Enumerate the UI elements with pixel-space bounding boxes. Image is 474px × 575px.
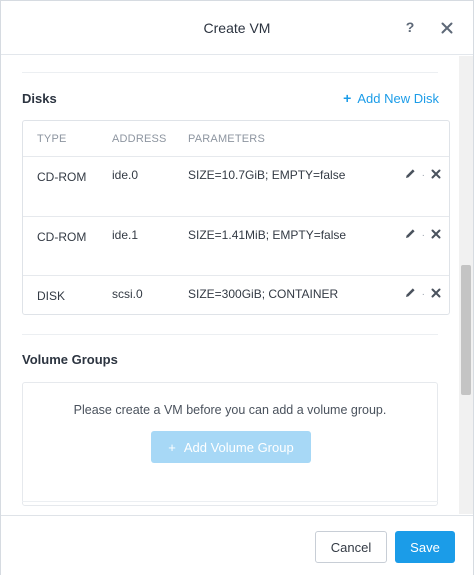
volume-groups-message: Please create a VM before you can add a …: [73, 403, 387, 417]
disk-type: DISK: [37, 289, 66, 303]
plus-icon: +: [343, 90, 352, 106]
create-vm-dialog: Create VM ? Disks + Add New Disk TYPE AD…: [0, 0, 474, 575]
column-header-parameters: PARAMETERS: [188, 133, 265, 145]
table-row: CD-ROM ide.1 SIZE=1.41MiB; EMPTY=false ·: [23, 217, 449, 276]
separator: ·: [421, 169, 425, 181]
table-row: CD-ROM ide.0 SIZE=10.7GiB; EMPTY=false ·: [23, 157, 449, 217]
divider: [22, 334, 438, 335]
table-header: TYPE ADDRESS PARAMETERS: [23, 121, 449, 157]
vertical-scrollbar[interactable]: [459, 56, 473, 514]
disk-type: CD-ROM: [37, 170, 87, 184]
add-new-disk-label: Add New Disk: [357, 90, 439, 106]
row-actions: ·: [405, 168, 441, 182]
disks-section-title: Disks: [22, 91, 57, 106]
divider: [22, 501, 438, 502]
dialog-footer: Cancel Save: [1, 515, 473, 575]
add-new-disk-button[interactable]: + Add New Disk: [343, 90, 439, 106]
dialog-header: Create VM ?: [1, 1, 473, 55]
disk-parameters: SIZE=10.7GiB; EMPTY=false: [188, 168, 346, 182]
disk-address: ide.1: [112, 228, 139, 242]
column-header-type: TYPE: [37, 133, 67, 145]
separator: ·: [421, 288, 425, 300]
delete-icon[interactable]: [431, 228, 441, 242]
divider: [22, 72, 438, 73]
disks-table: TYPE ADDRESS PARAMETERS CD-ROM ide.0 SIZ…: [22, 120, 450, 315]
disk-type: CD-ROM: [37, 230, 87, 244]
add-volume-group-button[interactable]: + Add Volume Group: [151, 431, 311, 463]
volume-groups-section-title: Volume Groups: [22, 352, 118, 367]
row-actions: ·: [405, 287, 441, 301]
pencil-icon[interactable]: [405, 168, 416, 182]
help-icon[interactable]: ?: [403, 19, 417, 37]
disk-address: ide.0: [112, 168, 139, 182]
volume-groups-panel: Please create a VM before you can add a …: [22, 382, 438, 506]
disk-parameters: SIZE=300GiB; CONTAINER: [188, 287, 339, 301]
plus-icon: +: [168, 439, 176, 455]
close-icon[interactable]: [439, 19, 455, 37]
row-actions: ·: [405, 228, 441, 242]
pencil-icon[interactable]: [405, 228, 416, 242]
column-header-address: ADDRESS: [112, 133, 167, 145]
delete-icon[interactable]: [431, 287, 441, 301]
separator: ·: [421, 229, 425, 241]
table-row: DISK scsi.0 SIZE=300GiB; CONTAINER ·: [23, 276, 449, 314]
save-button[interactable]: Save: [395, 531, 455, 563]
disk-address: scsi.0: [112, 287, 143, 301]
delete-icon[interactable]: [431, 168, 441, 182]
add-volume-group-label: Add Volume Group: [183, 439, 294, 455]
scrollbar-thumb[interactable]: [461, 265, 471, 395]
pencil-icon[interactable]: [405, 287, 416, 301]
dialog-body: Disks + Add New Disk TYPE ADDRESS PARAME…: [1, 56, 459, 514]
dialog-title: Create VM: [203, 19, 271, 36]
cancel-button[interactable]: Cancel: [315, 531, 387, 563]
disk-parameters: SIZE=1.41MiB; EMPTY=false: [188, 228, 347, 242]
